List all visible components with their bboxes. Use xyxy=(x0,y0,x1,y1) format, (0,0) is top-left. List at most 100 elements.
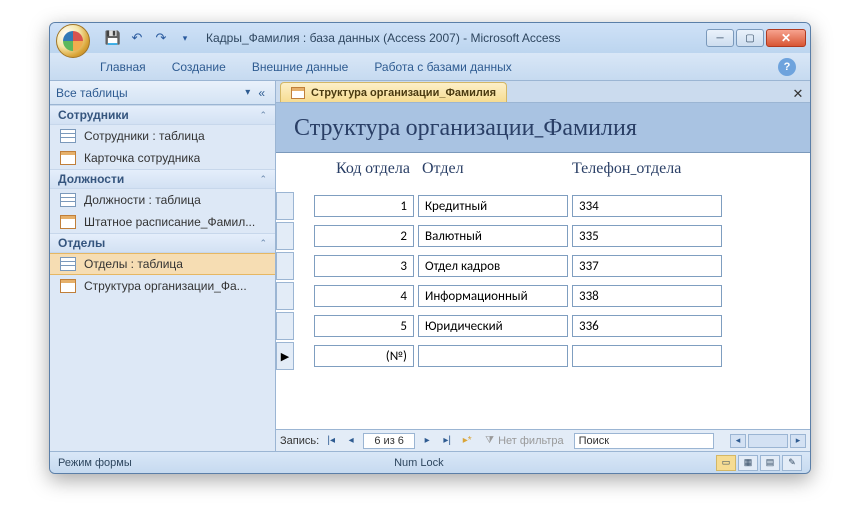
nav-group-label: Отделы xyxy=(58,236,105,250)
collapse-icon[interactable]: ⌃ xyxy=(259,110,267,121)
new-record-row: ▶ (№) xyxy=(276,341,810,371)
navigation-pane: Все таблицы ▾ « Сотрудники ⌃ Сотрудники … xyxy=(50,81,276,451)
new-record-button[interactable]: ▸* xyxy=(459,433,475,449)
table-icon xyxy=(60,193,76,207)
nav-item-label: Штатное расписание_Фамил... xyxy=(84,215,255,229)
col-header-phone: Телефон_отдела xyxy=(566,159,716,178)
filter-indicator[interactable]: ⧩ Нет фильтра xyxy=(485,435,563,447)
cell-dept[interactable]: Юридический xyxy=(418,315,568,337)
collapse-icon[interactable]: ⌃ xyxy=(259,174,267,185)
form-title: Структура организации_Фамилия xyxy=(276,103,810,153)
rows: 1 Кредитный 334 2 Валютный 335 3 Отдел к… xyxy=(276,191,810,429)
minimize-button[interactable]: ─ xyxy=(706,29,734,47)
cell-id-new[interactable]: (№) xyxy=(314,345,414,367)
record-navigator: Запись: |◂ ◂ 6 из 6 ▸ ▸| ▸* ⧩ Нет фильтр… xyxy=(276,429,810,451)
ribbon-tab-dbtools[interactable]: Работа с базами данных xyxy=(372,56,513,80)
record-selector[interactable] xyxy=(276,252,294,280)
nav-group-employees[interactable]: Сотрудники ⌃ xyxy=(50,105,275,125)
cell-id[interactable]: 4 xyxy=(314,285,414,307)
nav-item-employee-card[interactable]: Карточка сотрудника xyxy=(50,147,275,169)
document-tab[interactable]: Структура организации_Фамилия xyxy=(280,82,507,102)
ribbon-tab-home[interactable]: Главная xyxy=(98,56,148,80)
cell-phone[interactable]: 337 xyxy=(572,255,722,277)
nav-dropdown-icon[interactable]: ▾ xyxy=(241,87,254,98)
undo-icon[interactable]: ↶ xyxy=(128,29,146,47)
form-icon xyxy=(291,87,305,99)
cell-id[interactable]: 1 xyxy=(314,195,414,217)
nav-item-label: Должности : таблица xyxy=(84,193,201,207)
office-button[interactable] xyxy=(56,24,90,58)
cell-dept[interactable]: Информационный xyxy=(418,285,568,307)
qat-more-icon[interactable]: ▾ xyxy=(176,29,194,47)
first-record-button[interactable]: |◂ xyxy=(323,433,339,449)
record-selector[interactable] xyxy=(276,282,294,310)
nav-item-positions-table[interactable]: Должности : таблица xyxy=(50,189,275,211)
data-row: 4 Информационный 338 xyxy=(276,281,810,311)
record-selector[interactable] xyxy=(276,312,294,340)
document-close-button[interactable]: ✕ xyxy=(790,86,810,102)
form-view-button[interactable]: ▭ xyxy=(716,455,736,471)
cell-phone[interactable]: 336 xyxy=(572,315,722,337)
close-button[interactable]: ✕ xyxy=(766,29,806,47)
ribbon-tab-external[interactable]: Внешние данные xyxy=(250,56,351,80)
record-selector[interactable] xyxy=(276,192,294,220)
body: Все таблицы ▾ « Сотрудники ⌃ Сотрудники … xyxy=(50,81,810,451)
design-view-button[interactable]: ✎ xyxy=(782,455,802,471)
col-header-dept: Отдел xyxy=(416,159,566,178)
nav-item-staffing-form[interactable]: Штатное расписание_Фамил... xyxy=(50,211,275,233)
cell-dept[interactable]: Отдел кадров xyxy=(418,255,568,277)
cell-phone[interactable]: 334 xyxy=(572,195,722,217)
ribbon-tab-create[interactable]: Создание xyxy=(170,56,228,80)
record-selector-current[interactable]: ▶ xyxy=(276,342,294,370)
collapse-icon[interactable]: ⌃ xyxy=(259,238,267,249)
layout-view-button[interactable]: ▤ xyxy=(760,455,780,471)
last-record-button[interactable]: ▸| xyxy=(439,433,455,449)
titlebar: 💾 ↶ ↷ ▾ Кадры_Фамилия : база данных (Acc… xyxy=(50,23,810,53)
nav-collapse-icon[interactable]: « xyxy=(254,86,269,100)
cell-dept-new[interactable] xyxy=(418,345,568,367)
prev-record-button[interactable]: ◂ xyxy=(343,433,359,449)
next-record-button[interactable]: ▸ xyxy=(419,433,435,449)
nav-pane-header[interactable]: Все таблицы ▾ « xyxy=(50,81,275,105)
nav-group-label: Должности xyxy=(58,172,124,186)
cell-phone-new[interactable] xyxy=(572,345,722,367)
form-icon xyxy=(60,151,76,165)
cell-id[interactable]: 5 xyxy=(314,315,414,337)
data-row: 2 Валютный 335 xyxy=(276,221,810,251)
cell-phone[interactable]: 335 xyxy=(572,225,722,247)
datasheet-view-button[interactable]: ▦ xyxy=(738,455,758,471)
document-tabs: Структура организации_Фамилия ✕ xyxy=(276,81,810,103)
window-title: Кадры_Фамилия : база данных (Access 2007… xyxy=(194,31,706,45)
cell-id[interactable]: 3 xyxy=(314,255,414,277)
record-position[interactable]: 6 из 6 xyxy=(363,433,415,449)
search-box[interactable]: Поиск xyxy=(574,433,714,449)
cell-dept[interactable]: Кредитный xyxy=(418,195,568,217)
nav-item-label: Карточка сотрудника xyxy=(84,151,200,165)
nav-item-employees-table[interactable]: Сотрудники : таблица xyxy=(50,125,275,147)
ribbon: Главная Создание Внешние данные Работа с… xyxy=(50,53,810,81)
status-bar: Режим формы Num Lock ▭ ▦ ▤ ✎ xyxy=(50,451,810,473)
cell-phone[interactable]: 338 xyxy=(572,285,722,307)
app-window: 💾 ↶ ↷ ▾ Кадры_Фамилия : база данных (Acc… xyxy=(49,22,811,474)
maximize-button[interactable]: ▢ xyxy=(736,29,764,47)
nav-item-org-structure-form[interactable]: Структура организации_Фа... xyxy=(50,275,275,297)
document-area: Структура организации_Фамилия ✕ Структур… xyxy=(276,81,810,451)
record-selector[interactable] xyxy=(276,222,294,250)
nav-group-positions[interactable]: Должности ⌃ xyxy=(50,169,275,189)
cell-dept[interactable]: Валютный xyxy=(418,225,568,247)
document-tab-label: Структура организации_Фамилия xyxy=(311,87,496,99)
cell-id[interactable]: 2 xyxy=(314,225,414,247)
data-row: 1 Кредитный 334 xyxy=(276,191,810,221)
nav-item-label: Отделы : таблица xyxy=(84,257,183,271)
help-icon[interactable]: ? xyxy=(778,58,796,76)
save-icon[interactable]: 💾 xyxy=(104,29,122,47)
nav-item-departments-table[interactable]: Отделы : таблица xyxy=(50,253,275,275)
redo-icon[interactable]: ↷ xyxy=(152,29,170,47)
scroll-left-button[interactable]: ◂ xyxy=(730,434,746,448)
scroll-thumb[interactable] xyxy=(748,434,788,448)
nav-group-departments[interactable]: Отделы ⌃ xyxy=(50,233,275,253)
table-icon xyxy=(60,129,76,143)
data-row: 5 Юридический 336 xyxy=(276,311,810,341)
form-icon xyxy=(60,279,76,293)
scroll-right-button[interactable]: ▸ xyxy=(790,434,806,448)
